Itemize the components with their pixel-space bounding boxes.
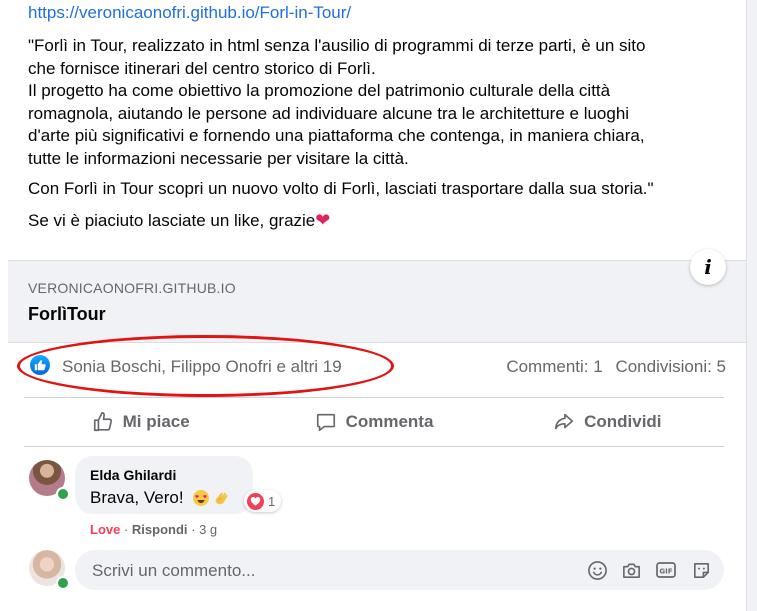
svg-text:GIF: GIF — [659, 568, 672, 576]
post-text: "Forlì in Tour, realizzato in html senza… — [28, 35, 728, 232]
post-link[interactable]: https://veronicaonofri.github.io/Forl-in… — [28, 3, 351, 23]
comment-bubble-icon — [316, 413, 335, 432]
post-line: tutte le informazioni necessarie per vis… — [28, 148, 409, 168]
meta-separator: · — [187, 522, 200, 537]
post-line: d'arte più significativi e fornendo una … — [28, 126, 645, 145]
heart-eyes-emoji-icon — [193, 490, 209, 506]
camera-icon[interactable] — [620, 559, 642, 581]
smiley-face-icon — [587, 560, 607, 580]
comment-author[interactable]: Elda Ghilardi — [90, 467, 176, 483]
love-reaction-link[interactable]: Love — [90, 522, 120, 537]
post-paragraph-2: Con Forlì in Tour scopri un nuovo volto … — [28, 179, 654, 198]
online-status-indicator — [56, 576, 70, 590]
comment-text: Brava, Vero! — [90, 488, 184, 508]
thumbs-up-outline-icon — [93, 412, 112, 432]
like-reaction-icon — [30, 355, 50, 375]
share-arrow-icon — [555, 413, 574, 430]
thumbs-up-icon — [34, 360, 46, 371]
clapping-hands-emoji-icon — [213, 490, 229, 506]
engagement-counts: Commenti: 1 Condivisioni: 5 — [506, 357, 726, 377]
post-card: https://veronicaonofri.github.io/Forl-in… — [0, 0, 747, 611]
sticker-shape-icon — [693, 562, 709, 578]
preview-domain: VERONICAONOFRI.GITHUB.IO — [28, 280, 236, 296]
comment-composer: GIF — [75, 550, 724, 592]
like-label: Mi piace — [122, 412, 190, 431]
gif-badge-icon: GIF — [656, 562, 676, 578]
comment-timestamp[interactable]: 3 g — [199, 522, 217, 537]
comment-text-body: Brava, Vero! — [90, 488, 184, 507]
reactions-summary: Sonia Boschi, Filippo Onofri e altri 19 … — [0, 335, 746, 397]
gif-icon[interactable]: GIF — [655, 559, 677, 581]
post-line: romagnola, aiutando le persone ad indivi… — [28, 103, 630, 123]
post-line: Il progetto ha come obiettivo la promozi… — [28, 81, 611, 100]
post-line: che fornisce itinerari del centro storic… — [28, 58, 376, 78]
comment-label: Commenta — [345, 412, 434, 431]
online-status-indicator — [56, 487, 70, 501]
post-paragraph-1: "Forlì in Tour, realizzato in html senza… — [28, 35, 728, 170]
comment-reaction-count[interactable]: 1 — [244, 490, 282, 512]
info-icon[interactable]: i — [690, 249, 726, 285]
sticker-icon[interactable] — [690, 559, 712, 581]
comment-bubble: Elda Ghilardi Brava, Vero! — [75, 456, 253, 514]
heart-eyes-face-icon — [195, 495, 207, 503]
link-preview[interactable]: VERONICAONOFRI.GITHUB.IO ForlìTour i — [8, 249, 746, 343]
like-button[interactable]: Mi piace — [24, 398, 257, 446]
post-line: "Forlì in Tour, realizzato in html senza… — [28, 36, 646, 55]
comment-meta: Love · Rispondi · 3 g — [90, 522, 217, 537]
post-line: Se vi è piaciuto lasciate un like, grazi… — [28, 210, 316, 230]
emoji-icon[interactable] — [586, 559, 608, 581]
meta-separator: · — [120, 522, 132, 537]
red-heart-emoji: ❤ — [315, 209, 331, 230]
reaction-count-value: 1 — [268, 493, 276, 509]
clap-icon — [215, 492, 228, 505]
comments-count[interactable]: Commenti: 1 — [506, 357, 602, 376]
post-paragraph-3: Se vi è piaciuto lasciate un like, grazi… — [28, 209, 728, 233]
share-label: Condividi — [584, 412, 662, 431]
camera-shape-icon — [622, 562, 640, 578]
action-bar: Mi piace Commenta Condividi — [24, 397, 724, 447]
shares-count[interactable]: Condivisioni: 5 — [615, 357, 726, 376]
share-button[interactable]: Condividi — [491, 398, 724, 446]
reply-link[interactable]: Rispondi — [132, 522, 188, 537]
comment-input[interactable] — [90, 550, 574, 592]
heart-icon — [250, 496, 261, 506]
love-reaction-icon — [247, 492, 264, 510]
preview-title[interactable]: ForlìTour — [28, 304, 106, 325]
reactors-list[interactable]: Sonia Boschi, Filippo Onofri e altri 19 — [62, 357, 342, 377]
comment-button[interactable]: Commenta — [257, 398, 490, 446]
